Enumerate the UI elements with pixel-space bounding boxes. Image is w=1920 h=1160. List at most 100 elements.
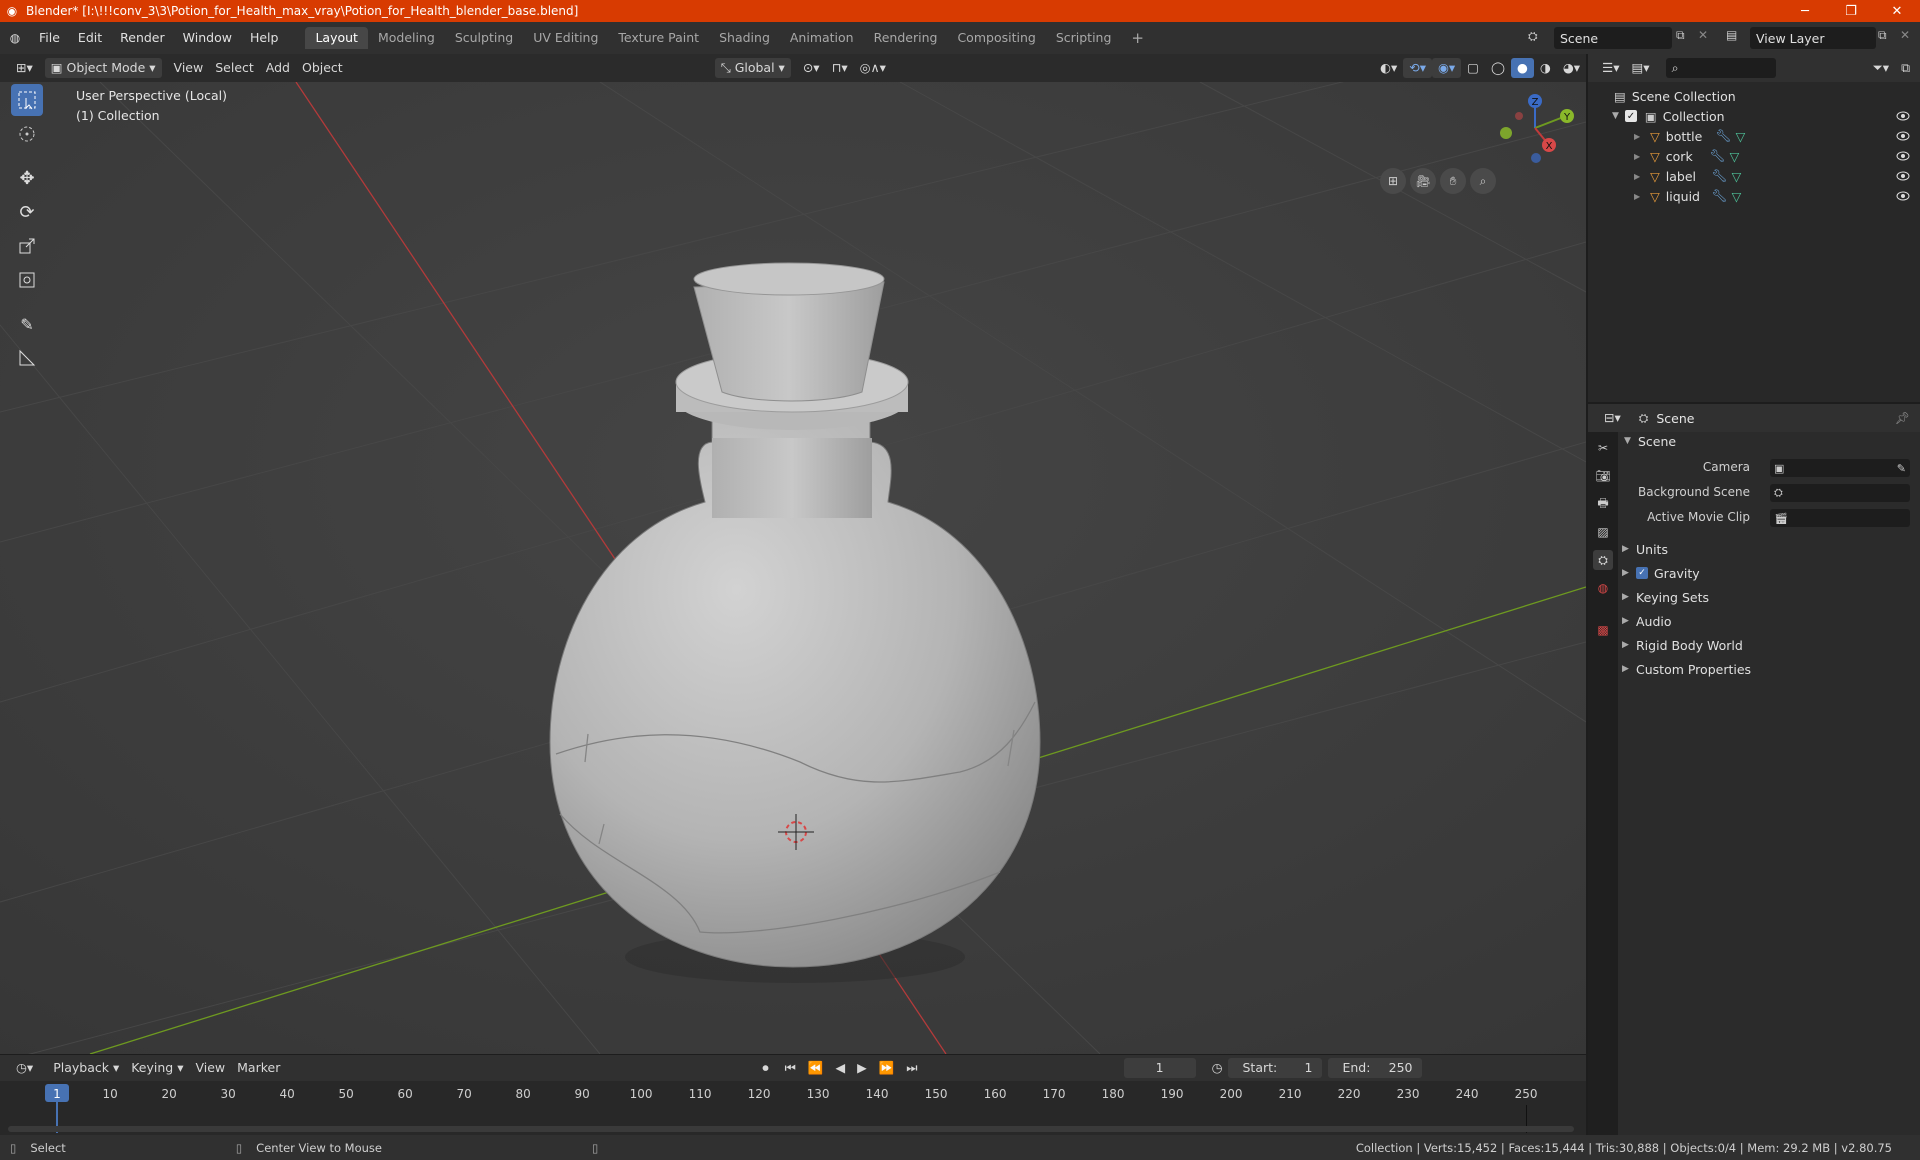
tab-layout[interactable]: Layout	[305, 27, 368, 49]
outliner-item-bottle[interactable]: ▶ ▽ bottle 🔧︎ ▽	[1588, 126, 1920, 146]
tool-tab-icon[interactable]: ✂	[1593, 438, 1613, 458]
output-tab-icon[interactable]: 🖶︎	[1593, 494, 1613, 514]
annotate-tool-icon[interactable]: ✎	[11, 308, 43, 340]
tab-shading[interactable]: Shading	[709, 27, 780, 49]
zoom-view-icon[interactable]: ⌕	[1470, 168, 1496, 194]
camera-view-icon[interactable]: 🎥︎	[1410, 168, 1436, 194]
background-scene-field[interactable]: ⛭	[1770, 484, 1910, 502]
menu-render[interactable]: Render	[111, 27, 174, 49]
tab-sculpting[interactable]: Sculpting	[445, 27, 523, 49]
minimize-button[interactable]: ─	[1782, 0, 1828, 22]
jump-end-icon[interactable]: ⏭	[900, 1058, 923, 1078]
gravity-checkbox[interactable]: ✓	[1636, 567, 1648, 579]
pin-icon[interactable]: 📌︎	[1895, 411, 1910, 425]
jump-start-icon[interactable]: ⏮	[779, 1058, 802, 1078]
measure-tool-icon[interactable]	[11, 342, 43, 374]
editor-type-icon[interactable]: ⊞▾	[10, 58, 39, 78]
navigation-gizmo[interactable]: Z Y X	[1490, 88, 1580, 168]
texture-tab-icon[interactable]: ▩	[1593, 620, 1613, 640]
properties-editor-type-icon[interactable]: ⊟▾	[1598, 408, 1627, 428]
gizmo-toggle-icon[interactable]: ⟲▾	[1403, 58, 1432, 78]
collection-checkbox[interactable]: ✓	[1624, 110, 1637, 122]
play-reverse-icon[interactable]: ◀	[829, 1058, 851, 1078]
tab-animation[interactable]: Animation	[780, 27, 864, 49]
eye-icon[interactable]	[1896, 130, 1910, 142]
render-tab-icon[interactable]: 📷︎	[1593, 466, 1613, 486]
current-frame-field[interactable]: 1	[1123, 1058, 1196, 1078]
scale-tool-icon[interactable]	[11, 230, 43, 262]
menu-edit[interactable]: Edit	[69, 27, 111, 49]
xray-toggle-icon[interactable]: ▢	[1461, 58, 1485, 78]
transform-tool-icon[interactable]	[11, 264, 43, 296]
move-tool-icon[interactable]: ✥	[11, 162, 43, 194]
expand-arrow-icon[interactable]: ▶	[1634, 152, 1640, 161]
view-layer-browse-icon[interactable]: ▤	[1726, 28, 1737, 42]
outliner-item-cork[interactable]: ▶ ▽ cork 🔧︎ ▽	[1588, 146, 1920, 166]
menu-add[interactable]: Add	[260, 58, 296, 78]
menu-help[interactable]: Help	[241, 27, 288, 49]
expand-arrow-icon[interactable]: ▶	[1634, 132, 1640, 141]
visibility-icon[interactable]: ◐▾	[1374, 58, 1403, 78]
modifier-icon[interactable]: 🔧︎	[1712, 188, 1728, 204]
modifier-icon[interactable]: 🔧︎	[1710, 148, 1726, 164]
scene-tab-icon[interactable]: ⛭	[1593, 550, 1613, 570]
menu-window[interactable]: Window	[174, 27, 241, 49]
add-workspace-icon[interactable]: +	[1121, 27, 1154, 49]
display-mode-icon[interactable]: ▤▾	[1625, 58, 1655, 78]
playback-menu[interactable]: Playback ▾	[47, 1058, 125, 1078]
custom-properties-panel-header[interactable]: ▶ Custom Properties	[1622, 658, 1912, 680]
end-frame-field[interactable]: End: 250	[1328, 1058, 1423, 1078]
active-movie-clip-field[interactable]: 🎬︎	[1770, 509, 1910, 527]
select-box-tool-icon[interactable]	[11, 84, 43, 116]
play-icon[interactable]: ▶	[851, 1058, 873, 1078]
proportional-edit-icon[interactable]: ◎∧▾	[854, 58, 892, 78]
shading-material-icon[interactable]: ◑	[1534, 58, 1557, 78]
timeline-editor-type-icon[interactable]: ◷▾	[10, 1058, 39, 1078]
eyedropper-icon[interactable]: ✎	[1897, 462, 1906, 475]
menu-view[interactable]: View	[168, 58, 210, 78]
units-panel-header[interactable]: ▶ Units	[1622, 538, 1912, 560]
tab-rendering[interactable]: Rendering	[864, 27, 948, 49]
tab-modeling[interactable]: Modeling	[368, 27, 445, 49]
3d-viewport[interactable]: User Perspective (Local) (1) Collection …	[0, 82, 1586, 1054]
overlay-toggle-icon[interactable]: ◉▾	[1431, 58, 1462, 78]
scene-panel-header[interactable]: ▼ Scene	[1624, 430, 1914, 452]
keying-menu[interactable]: Keying ▾	[125, 1058, 189, 1078]
modifier-icon[interactable]: 🔧︎	[1712, 168, 1728, 184]
tab-texture-paint[interactable]: Texture Paint	[608, 27, 709, 49]
outliner-item-liquid[interactable]: ▶ ▽ liquid 🔧︎ ▽	[1588, 186, 1920, 206]
snap-icon[interactable]: ⊓▾	[826, 58, 854, 78]
eye-icon[interactable]	[1896, 110, 1910, 122]
filter-icon[interactable]: ⏷▾	[1867, 58, 1895, 78]
outliner-editor-type-icon[interactable]: ☰▾	[1596, 58, 1625, 78]
record-icon[interactable]: ⏺	[756, 1058, 774, 1078]
eye-icon[interactable]	[1896, 190, 1910, 202]
jump-keyframe-back-icon[interactable]: ⏪	[802, 1058, 830, 1078]
new-view-layer-icon[interactable]: ⧉	[1878, 28, 1887, 43]
tab-compositing[interactable]: Compositing	[947, 27, 1045, 49]
expand-arrow-icon[interactable]: ▼	[1612, 111, 1619, 121]
delete-scene-icon[interactable]: ✕	[1698, 28, 1708, 42]
blender-menu-icon[interactable]: ◍	[0, 31, 30, 45]
mesh-data-icon[interactable]: ▽	[1736, 129, 1746, 144]
scene-browse-icon[interactable]: ⛭	[1528, 29, 1538, 44]
world-tab-icon[interactable]: ◍	[1593, 578, 1613, 598]
camera-field[interactable]: ▣ ✎	[1770, 459, 1910, 477]
marker-menu[interactable]: Marker	[231, 1058, 286, 1078]
rigid-body-world-panel-header[interactable]: ▶ Rigid Body World	[1622, 634, 1912, 656]
toggle-perspective-icon[interactable]: ⊞	[1380, 168, 1406, 194]
shading-rendered-icon[interactable]: ◕▾	[1557, 58, 1586, 78]
scene-collection-row[interactable]: ▤ Scene Collection	[1588, 86, 1920, 106]
new-collection-icon[interactable]: ⧉	[1895, 58, 1916, 78]
shading-solid-icon[interactable]: ●	[1510, 58, 1534, 78]
mode-dropdown[interactable]: ▣ Object Mode ▾	[44, 58, 162, 78]
restore-button[interactable]: ❐	[1828, 0, 1874, 22]
orientation-dropdown[interactable]: ⤡ Global ▾	[714, 58, 791, 78]
pivot-icon[interactable]: ⊙▾	[797, 58, 826, 78]
close-button[interactable]: ✕	[1874, 0, 1920, 22]
pan-view-icon[interactable]: ✋︎	[1440, 168, 1466, 194]
keying-sets-panel-header[interactable]: ▶ Keying Sets	[1622, 586, 1912, 608]
tab-uv-editing[interactable]: UV Editing	[523, 27, 608, 49]
outliner-item-label[interactable]: ▶ ▽ label 🔧︎ ▽	[1588, 166, 1920, 186]
mesh-data-icon[interactable]: ▽	[1730, 149, 1740, 164]
